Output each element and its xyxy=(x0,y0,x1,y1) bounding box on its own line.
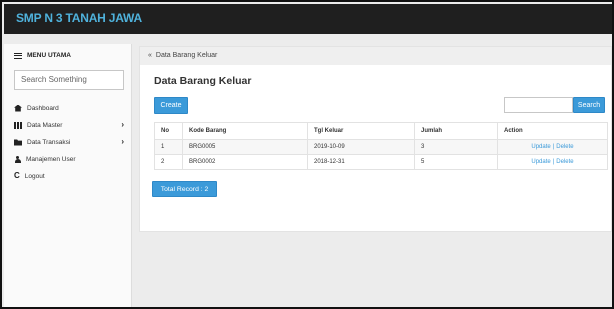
cell-jumlah: 5 xyxy=(414,154,498,170)
sidebar-item-label: Data Transaksi xyxy=(27,138,71,146)
cell-kode-barang: BRG0005 xyxy=(182,139,308,155)
delete-link[interactable]: Delete xyxy=(556,159,573,165)
data-table: No Kode Barang Tgl Keluar Jumlah Action … xyxy=(154,122,608,170)
sidebar: MENU UTAMA Search Something Dashboard Da… xyxy=(4,44,132,307)
cell-jumlah: 3 xyxy=(414,139,498,155)
create-button[interactable]: Create xyxy=(154,97,188,114)
update-link[interactable]: Update xyxy=(531,159,550,165)
back-icon[interactable]: « xyxy=(148,52,152,60)
table-header-row: No Kode Barang Tgl Keluar Jumlah Action xyxy=(154,122,608,140)
breadcrumb-current: Data Barang Keluar xyxy=(155,52,218,59)
sidebar-menu-header[interactable]: MENU UTAMA xyxy=(14,52,71,59)
breadcrumb: « Data Barang Keluar xyxy=(140,47,611,65)
table-row: 2 BRG0002 2018-12-31 5 Update | Delete xyxy=(154,154,608,170)
sidebar-search-input[interactable]: Search Something xyxy=(14,70,124,90)
grid-icon xyxy=(14,121,22,129)
sidebar-item-dashboard[interactable]: Dashboard xyxy=(14,101,126,115)
top-navbar: SMP N 3 TANAH JAWA xyxy=(4,4,612,34)
page-title: Data Barang Keluar xyxy=(154,75,252,87)
sidebar-item-label: Dashboard xyxy=(27,104,59,112)
delete-link[interactable]: Delete xyxy=(556,144,573,150)
app-window: SMP N 3 TANAH JAWA MENU UTAMA Search Som… xyxy=(0,0,614,309)
main-content: « Data Barang Keluar Data Barang Keluar … xyxy=(139,46,612,232)
sidebar-item-data-transaksi[interactable]: Data Transaksi › xyxy=(14,135,126,149)
column-header-kode-barang: Kode Barang xyxy=(182,122,308,140)
user-icon xyxy=(14,155,21,163)
hamburger-icon xyxy=(14,52,22,59)
sidebar-menu-title: MENU UTAMA xyxy=(27,52,71,59)
cell-action: Update | Delete xyxy=(497,139,608,155)
total-record-button[interactable]: Total Record : 2 xyxy=(152,181,217,197)
update-link[interactable]: Update xyxy=(531,144,550,150)
app-title[interactable]: SMP N 3 TANAH JAWA xyxy=(16,11,142,25)
cell-no: 1 xyxy=(154,139,183,155)
column-header-tgl-keluar: Tgl Keluar xyxy=(307,122,415,140)
column-header-no: No xyxy=(154,122,183,140)
column-header-jumlah: Jumlah xyxy=(414,122,498,140)
sidebar-item-manajemen-user[interactable]: Manajemen User xyxy=(14,152,126,166)
search-input[interactable] xyxy=(504,97,573,113)
cell-kode-barang: BRG0002 xyxy=(182,154,308,170)
home-icon xyxy=(14,104,22,112)
sidebar-item-data-master[interactable]: Data Master › xyxy=(14,118,126,132)
folder-icon xyxy=(14,139,22,146)
column-header-action: Action xyxy=(497,122,608,140)
cell-tgl-keluar: 2019-10-09 xyxy=(307,139,415,155)
table-row: 1 BRG0005 2019-10-09 3 Update | Delete xyxy=(154,139,608,155)
chevron-right-icon: › xyxy=(121,137,124,146)
cell-tgl-keluar: 2018-12-31 xyxy=(307,154,415,170)
chevron-right-icon: › xyxy=(121,120,124,129)
search-button[interactable]: Search xyxy=(573,97,605,113)
cell-action: Update | Delete xyxy=(497,154,608,170)
logout-icon: C xyxy=(14,171,20,180)
sidebar-item-logout[interactable]: C Logout xyxy=(14,169,126,183)
sidebar-item-label: Data Master xyxy=(27,121,63,129)
cell-no: 2 xyxy=(154,154,183,170)
sidebar-item-label: Manajemen User xyxy=(26,155,76,163)
sidebar-item-label: Logout xyxy=(24,172,45,180)
